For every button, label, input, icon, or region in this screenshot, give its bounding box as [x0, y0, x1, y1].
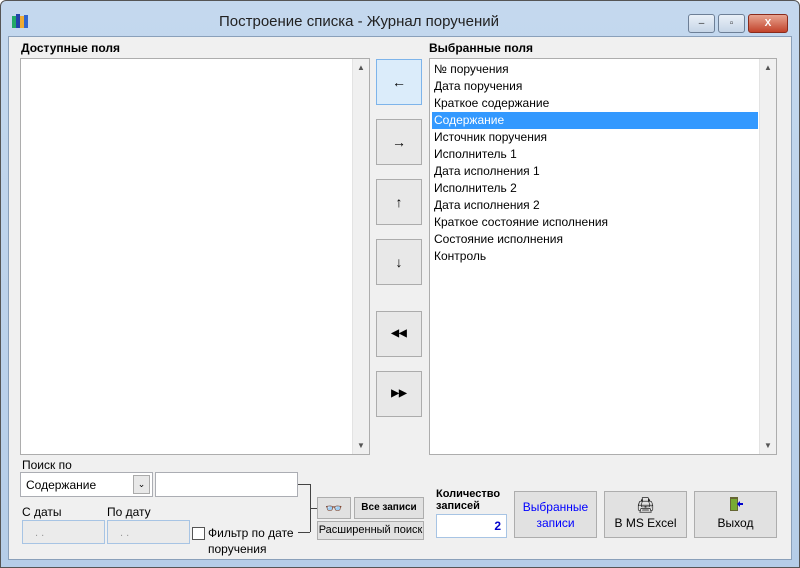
date-filter-checkbox[interactable]: [192, 527, 205, 540]
search-by-label: Поиск по: [22, 458, 72, 472]
from-date-input[interactable]: . .: [22, 520, 105, 544]
connector-line: [298, 484, 310, 485]
maximize-button[interactable]: ▫: [718, 14, 745, 33]
list-item[interactable]: Состояние исполнения: [432, 231, 758, 248]
remove-field-button[interactable]: →: [376, 119, 422, 165]
list-item[interactable]: Контроль: [432, 248, 758, 265]
move-down-button[interactable]: ↓: [376, 239, 422, 285]
records-count-label: Количество: [436, 488, 501, 500]
search-field-value: Содержание: [26, 478, 97, 492]
printer-icon: 🖨: [635, 497, 656, 514]
connector-line: [298, 532, 310, 533]
available-fields-label: Доступные поля: [21, 41, 121, 55]
list-item[interactable]: Исполнитель 2: [432, 180, 758, 197]
date-filter-label-2: поручения: [208, 542, 267, 556]
scroll-up-icon[interactable]: ▲: [760, 63, 776, 72]
window-title: Построение списка - Журнал поручений: [219, 13, 499, 30]
list-item[interactable]: Исполнитель 1: [432, 146, 758, 163]
available-fields-list[interactable]: ▲ ▼: [20, 58, 370, 455]
scrollbar[interactable]: ▲ ▼: [352, 59, 369, 454]
scroll-down-icon[interactable]: ▼: [353, 441, 369, 450]
records-count-value: 2: [436, 514, 507, 538]
chevron-down-icon[interactable]: ⌄: [133, 475, 150, 494]
search-button[interactable]: 👓: [317, 497, 351, 519]
minimize-button[interactable]: –: [688, 14, 715, 33]
add-field-button[interactable]: ←: [376, 59, 422, 105]
search-text-input[interactable]: [155, 472, 298, 497]
scroll-up-icon[interactable]: ▲: [353, 63, 369, 72]
list-item[interactable]: № поручения: [432, 61, 758, 78]
scroll-down-icon[interactable]: ▼: [760, 441, 776, 450]
exit-door-icon: [695, 496, 776, 516]
exit-button[interactable]: Выход: [694, 491, 777, 538]
all-records-button[interactable]: Все записи: [354, 497, 424, 519]
to-date-input[interactable]: . .: [107, 520, 190, 544]
binoculars-icon: 👓: [325, 500, 343, 516]
exit-label: Выход: [717, 516, 754, 530]
search-field-select[interactable]: Содержание ⌄: [20, 472, 153, 497]
selected-records-label-2: записи: [536, 516, 575, 530]
to-date-label: По дату: [107, 505, 151, 519]
list-item[interactable]: Источник поручения: [432, 129, 758, 146]
export-excel-label: В MS Excel: [614, 516, 677, 530]
close-button[interactable]: X: [748, 14, 788, 33]
add-all-button[interactable]: ◀◀: [376, 311, 422, 357]
move-up-button[interactable]: ↑: [376, 179, 422, 225]
date-filter-label: Фильтр по дате: [208, 526, 294, 540]
selected-records-label: Выбранные: [522, 500, 589, 514]
from-date-label: С даты: [22, 505, 62, 519]
advanced-search-button[interactable]: Расширенный поиск: [317, 521, 424, 540]
connector-line: [310, 508, 317, 509]
selected-fields-label: Выбранные поля: [429, 41, 533, 55]
scrollbar[interactable]: ▲ ▼: [759, 59, 776, 454]
list-item[interactable]: Краткое состояние исполнения: [432, 214, 758, 231]
list-item[interactable]: Содержание: [432, 112, 758, 129]
records-count-label-2: записей: [436, 500, 480, 512]
export-excel-button[interactable]: 🖨 В MS Excel: [604, 491, 687, 538]
list-item[interactable]: Дата поручения: [432, 78, 758, 95]
list-item[interactable]: Дата исполнения 2: [432, 197, 758, 214]
remove-all-button[interactable]: ▶▶: [376, 371, 422, 417]
selected-records-button[interactable]: Выбранные записи: [514, 491, 597, 538]
selected-fields-list[interactable]: № поручения Дата поручения Краткое содержа…: [429, 58, 777, 455]
list-item[interactable]: Дата исполнения 1: [432, 163, 758, 180]
list-item[interactable]: Краткое содержание: [432, 95, 758, 112]
